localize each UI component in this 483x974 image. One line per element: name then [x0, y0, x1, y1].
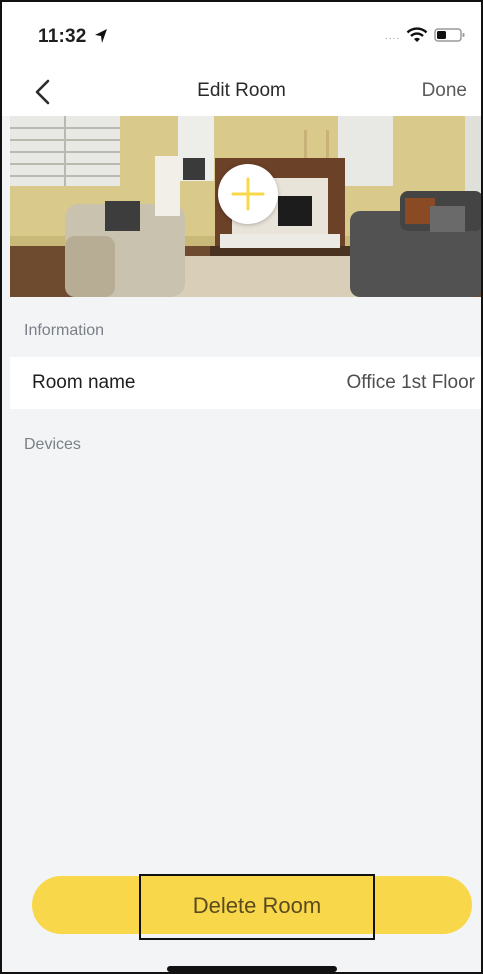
done-button[interactable]: Done — [422, 80, 467, 102]
plus-icon — [231, 177, 265, 211]
location-arrow-icon — [95, 29, 107, 43]
phone-screen: 11:32 .... Edit Room Done Information Ro… — [0, 0, 483, 974]
room-name-row[interactable]: Room name Office 1st Floor — [10, 357, 481, 409]
signal-dots: .... — [385, 31, 401, 42]
devices-section-header: Devices — [24, 436, 81, 453]
delete-room-label[interactable]: Delete Room — [139, 874, 375, 940]
wifi-icon — [406, 27, 428, 42]
room-name-label: Room name — [32, 372, 136, 393]
home-indicator — [167, 966, 337, 972]
status-time: 11:32 — [38, 26, 87, 47]
room-name-value: Office 1st Floor — [346, 372, 475, 393]
battery-icon — [434, 28, 465, 42]
add-photo-button[interactable] — [218, 164, 278, 224]
status-bar: 11:32 .... — [2, 2, 481, 68]
information-section-header: Information — [24, 322, 105, 339]
navigation-bar: Edit Room Done — [2, 68, 481, 116]
page-title: Edit Room — [197, 80, 286, 101]
